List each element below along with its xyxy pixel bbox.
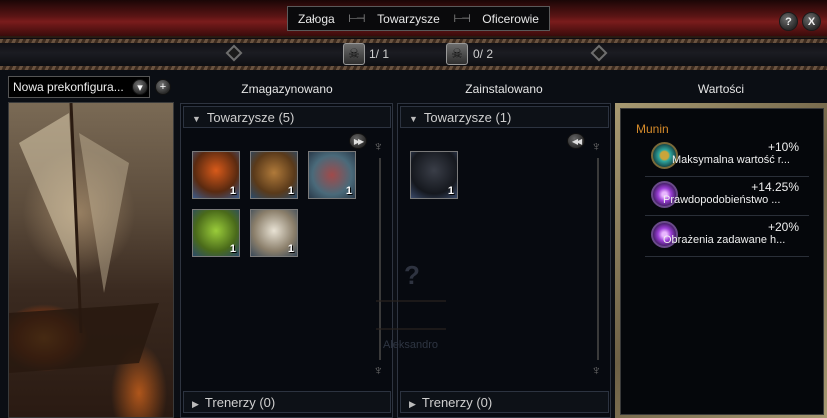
installed-group-label: Trenerzy (0) bbox=[421, 395, 493, 410]
tab-separator-icon: ⊢⊣ bbox=[348, 13, 365, 25]
crew-counter-2: 0/ 2 bbox=[473, 47, 494, 61]
triangle-right-icon: ▶ bbox=[409, 399, 416, 409]
rope-decoration bbox=[0, 39, 827, 43]
crossed-swords-watermark-icon bbox=[376, 300, 446, 330]
bonus-label: Maksymalna wartość r... bbox=[672, 154, 790, 166]
ship-battle-artwork bbox=[8, 102, 174, 418]
ship-silhouette-icon bbox=[9, 103, 159, 373]
fast-forward-button[interactable]: ▶▶ bbox=[349, 133, 367, 149]
bonus-percent: +14.25% bbox=[751, 180, 799, 194]
scroll-down-ornament-icon[interactable]: ♆ bbox=[591, 362, 602, 378]
rope-decoration bbox=[0, 66, 827, 70]
installed-column-header: Zainstalowano bbox=[465, 82, 543, 96]
preset-label: Nowa prekonfigura... bbox=[13, 80, 124, 94]
bonus-percent: +10% bbox=[767, 140, 799, 154]
companion-owner-name: Munin bbox=[636, 122, 669, 136]
skull-crossbones-icon: ☠ bbox=[446, 43, 468, 65]
scroll-down-ornament-icon[interactable]: ♆ bbox=[373, 362, 384, 378]
installed-group-trainers[interactable]: ▶ Trenerzy (0) bbox=[400, 391, 609, 413]
empty-slot-placeholder-icon: ? bbox=[404, 260, 420, 290]
scroll-up-ornament-icon[interactable]: ♆ bbox=[591, 138, 602, 154]
help-icon: ? bbox=[785, 15, 792, 28]
tab-zaloga[interactable]: Załoga bbox=[298, 12, 335, 26]
add-preset-button[interactable]: + bbox=[155, 79, 171, 95]
scroll-up-ornament-icon[interactable]: ♆ bbox=[373, 138, 384, 154]
skull-crossed-icon: ☠ bbox=[343, 43, 365, 65]
triangle-down-icon: ▼ bbox=[409, 114, 418, 124]
tab-strip: Załoga ⊢⊣ Towarzysze ⊢⊣ Oficerowie bbox=[287, 6, 550, 31]
triangle-down-icon: ▼ bbox=[192, 114, 201, 124]
crew-counter-1: 1/ 1 bbox=[369, 47, 390, 61]
preset-dropdown-button[interactable]: ▾ bbox=[132, 79, 148, 95]
bonus-label: Obrażenia zadawane h... bbox=[663, 234, 786, 246]
parrot-companion-slot[interactable]: 1 bbox=[192, 209, 240, 257]
help-button[interactable]: ? bbox=[779, 12, 798, 31]
turtle-companion-slot[interactable]: 1 bbox=[308, 151, 356, 199]
plus-icon: + bbox=[159, 81, 167, 93]
chevron-down-icon: ▾ bbox=[137, 81, 143, 94]
stored-group-trainers[interactable]: ▶ Trenerzy (0) bbox=[183, 391, 391, 413]
bonus-percent: +20% bbox=[767, 220, 799, 234]
bonus-label: Prawdopodobieństwo ... bbox=[663, 194, 781, 206]
triangle-right-icon: ▶ bbox=[192, 399, 199, 409]
volcano-companion-slot[interactable]: 1 bbox=[192, 151, 240, 199]
installed-group-label: Towarzysze (1) bbox=[423, 110, 512, 125]
stored-group-label: Towarzysze (5) bbox=[206, 110, 295, 125]
stored-column-header: Zmagazynowano bbox=[241, 82, 333, 96]
owl-companion-slot[interactable]: 1 bbox=[250, 209, 298, 257]
tab-separator-icon: ⊢⊣ bbox=[453, 13, 470, 25]
tab-towarzysze[interactable]: Towarzysze bbox=[377, 12, 440, 26]
stored-group-label: Trenerzy (0) bbox=[204, 395, 276, 410]
tab-oficerowie[interactable]: Oficerowie bbox=[482, 12, 539, 26]
placeholder-name: Aleksandro bbox=[383, 339, 439, 351]
installed-group-companions[interactable]: ▼ Towarzysze (1) bbox=[400, 106, 609, 128]
values-column-header: Wartości bbox=[697, 82, 745, 96]
close-button[interactable]: X bbox=[802, 12, 821, 31]
installed-scrollbar[interactable] bbox=[597, 158, 599, 360]
stored-group-companions[interactable]: ▼ Towarzysze (5) bbox=[183, 106, 391, 128]
preset-select[interactable]: Nowa prekonfigura... bbox=[8, 76, 150, 98]
rewind-button[interactable]: ◀◀ bbox=[567, 133, 585, 149]
monkey-companion-slot[interactable]: 1 bbox=[250, 151, 298, 199]
close-icon: X bbox=[807, 15, 816, 28]
raven-companion-slot[interactable]: 1 bbox=[410, 151, 458, 199]
